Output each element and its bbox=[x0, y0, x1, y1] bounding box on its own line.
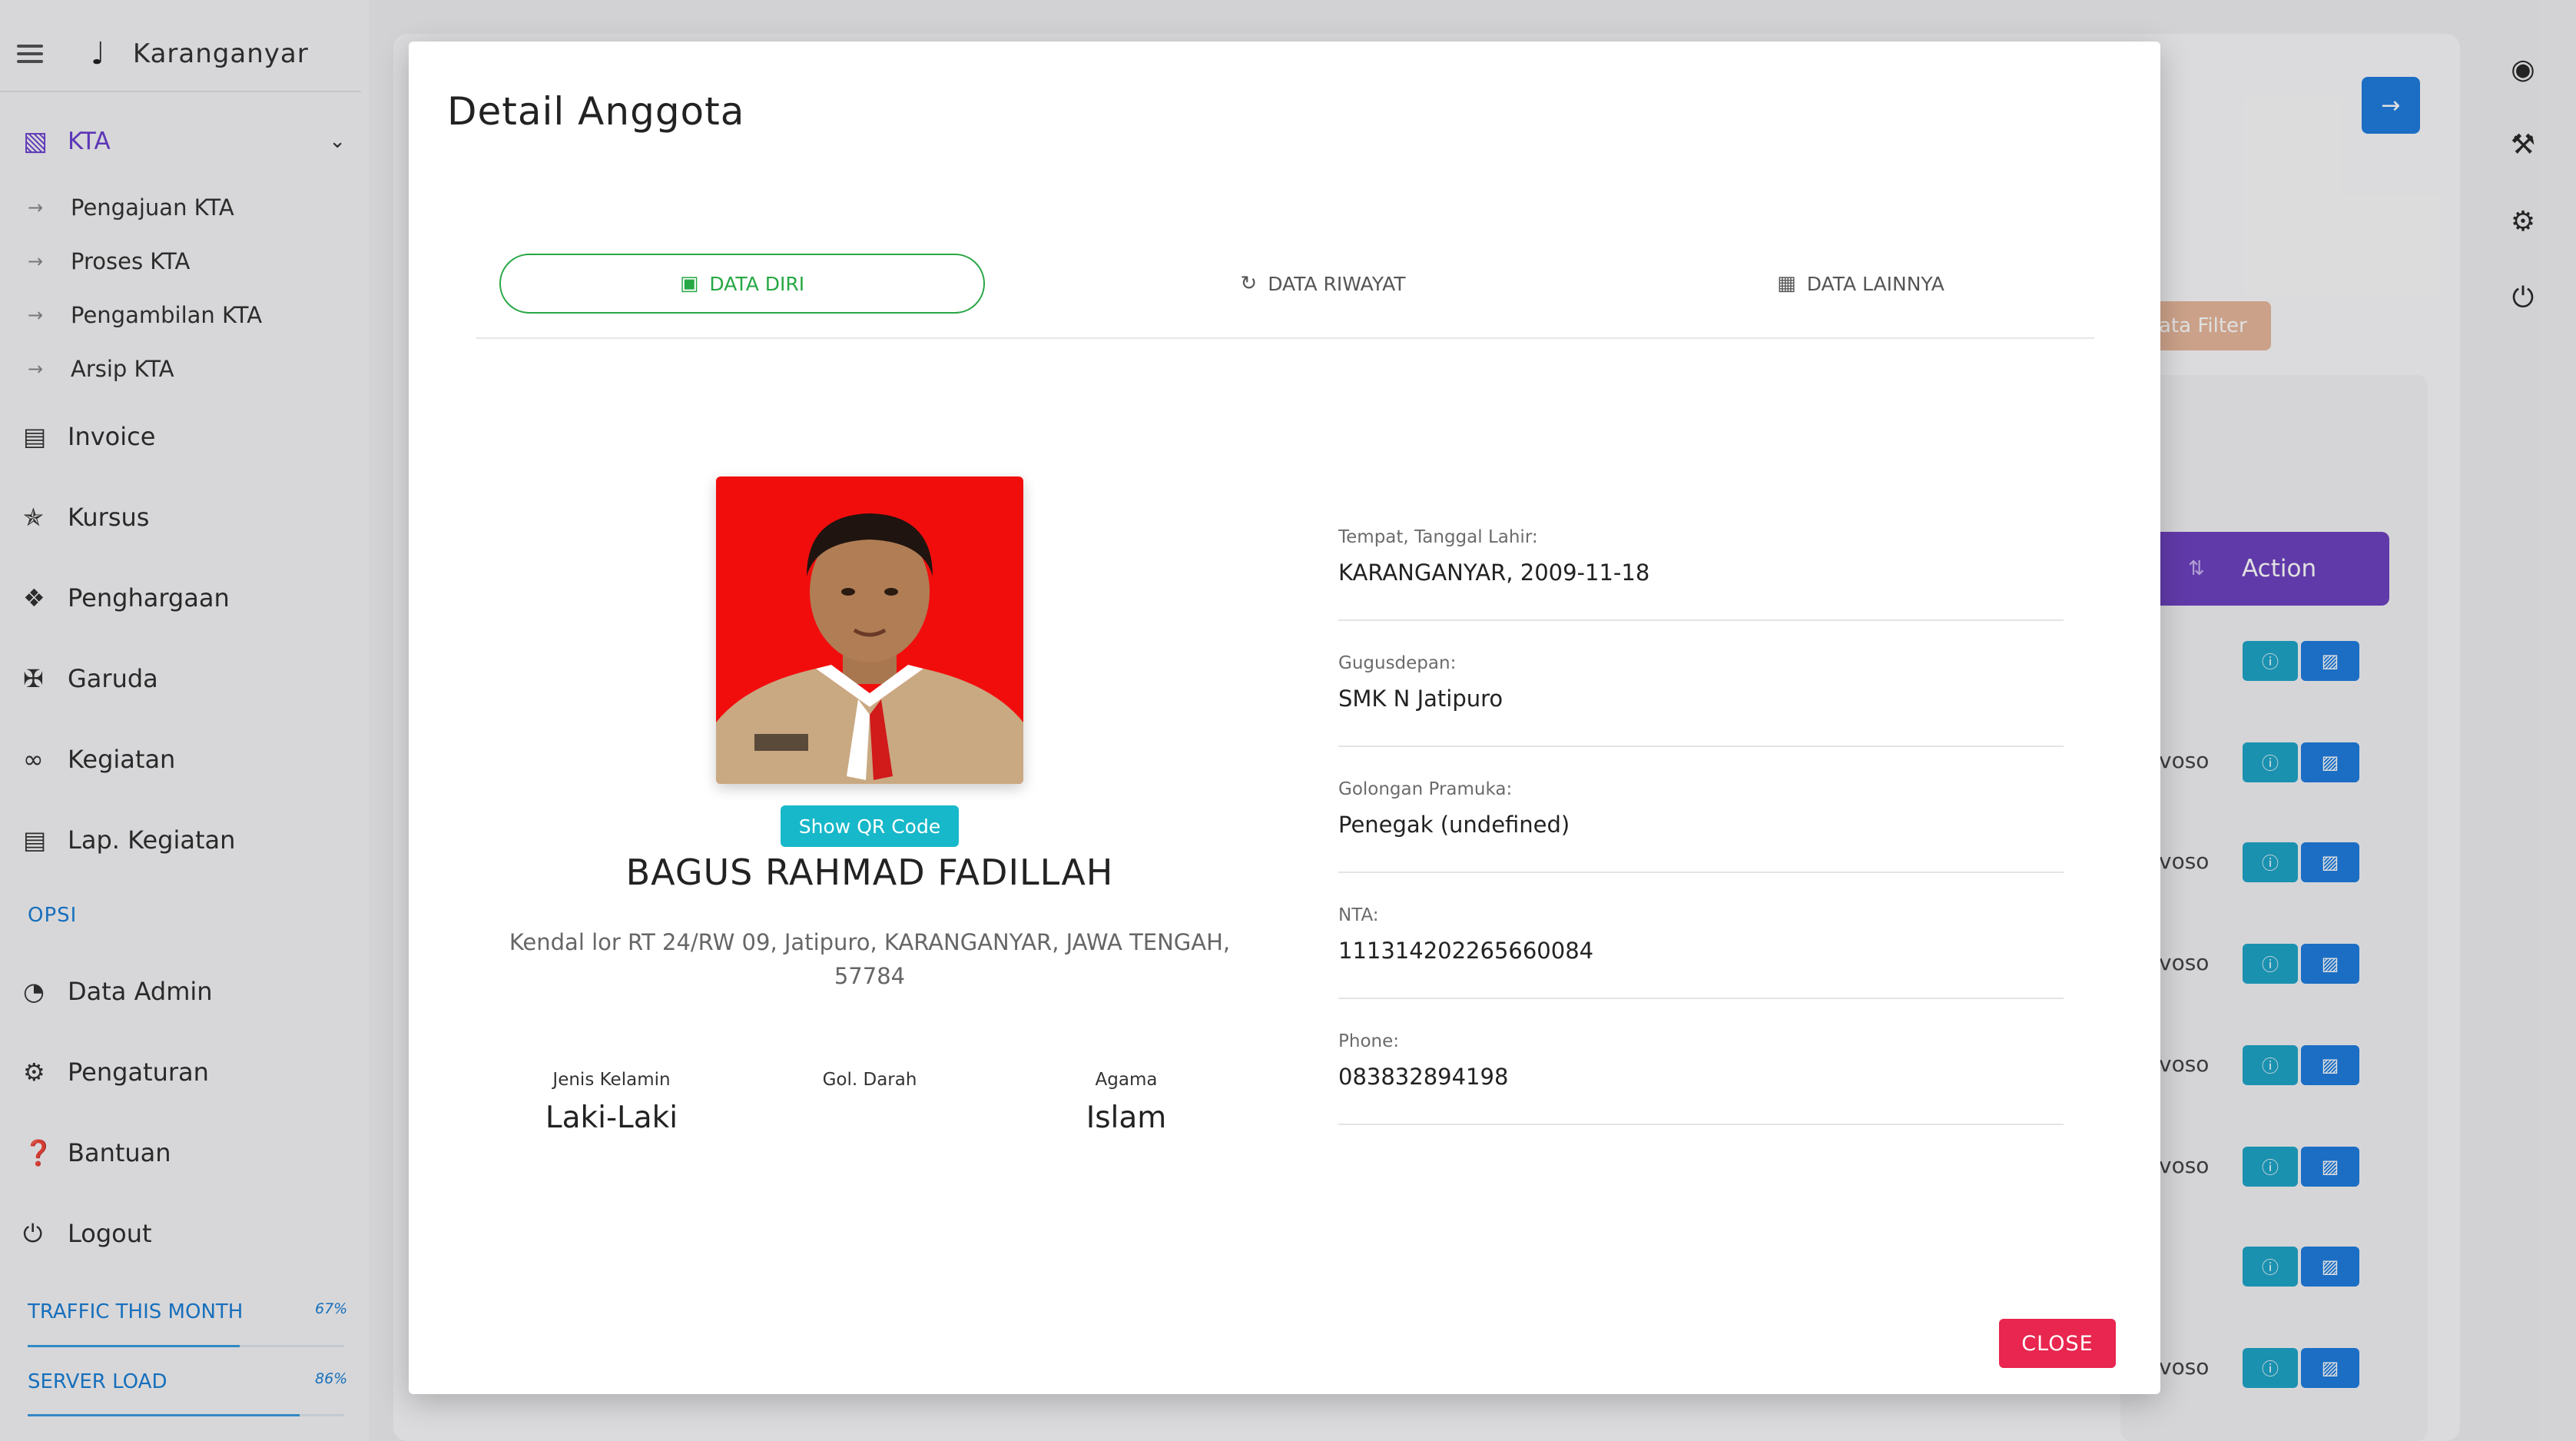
tab-data-lainnya[interactable]: ▦ DATA LAINNYA bbox=[1715, 254, 2007, 314]
field-value: 111314202265660084 bbox=[1338, 938, 1594, 964]
field-label: Phone: bbox=[1338, 1031, 1399, 1051]
member-name: BAGUS RAHMAD FADILLAH bbox=[625, 852, 1114, 893]
field-value: Penegak (undefined) bbox=[1338, 812, 1570, 838]
field-label: NTA: bbox=[1338, 905, 1379, 925]
field-value: 083832894198 bbox=[1338, 1064, 1509, 1090]
contact-card-icon: ▣ bbox=[679, 272, 699, 295]
detail-anggota-modal: Detail Anggota ▣ DATA DIRI ↻ DATA RIWAYA… bbox=[409, 42, 2160, 1394]
modal-title: Detail Anggota bbox=[447, 89, 745, 134]
field-birth: Tempat, Tanggal Lahir: KARANGANYAR, 2009… bbox=[1338, 484, 2064, 621]
field-gugusdepan: Gugusdepan: SMK N Jatipuro bbox=[1338, 621, 2064, 747]
field-value: KARANGANYAR, 2009-11-18 bbox=[1338, 559, 1650, 586]
gender-value: Laki-Laki bbox=[545, 1101, 678, 1135]
field-label: Tempat, Tanggal Lahir: bbox=[1338, 527, 1538, 547]
religion-label: Agama bbox=[1095, 1070, 1158, 1090]
gender-label: Jenis Kelamin bbox=[552, 1070, 671, 1090]
close-button[interactable]: CLOSE bbox=[1999, 1319, 2116, 1368]
tab-data-diri[interactable]: ▣ DATA DIRI bbox=[499, 254, 985, 314]
religion-value: Islam bbox=[1086, 1101, 1167, 1135]
field-phone: Phone: 083832894198 bbox=[1338, 999, 2064, 1125]
member-address: Kendal lor RT 24/RW 09, Jatipuro, KARANG… bbox=[509, 929, 1231, 989]
tab-label: DATA LAINNYA bbox=[1806, 272, 1944, 295]
member-photo-illustration bbox=[716, 476, 1023, 784]
blood-type-label: Gol. Darah bbox=[822, 1070, 917, 1090]
history-icon: ↻ bbox=[1240, 272, 1258, 295]
tab-label: DATA RIWAYAT bbox=[1268, 272, 1406, 295]
field-value: SMK N Jatipuro bbox=[1338, 686, 1503, 712]
field-golongan: Golongan Pramuka: Penegak (undefined) bbox=[1338, 747, 2064, 873]
show-qr-code-button[interactable]: Show QR Code bbox=[781, 805, 959, 847]
field-label: Golongan Pramuka: bbox=[1338, 779, 1513, 799]
field-label: Gugusdepan: bbox=[1338, 653, 1457, 673]
tab-data-riwayat[interactable]: ↻ DATA RIWAYAT bbox=[1177, 254, 1469, 314]
file-icon: ▦ bbox=[1777, 272, 1796, 295]
tab-label: DATA DIRI bbox=[709, 272, 805, 295]
member-photo bbox=[716, 476, 1023, 784]
field-nta: NTA: 111314202265660084 bbox=[1338, 873, 2064, 999]
tab-divider bbox=[476, 337, 2094, 339]
